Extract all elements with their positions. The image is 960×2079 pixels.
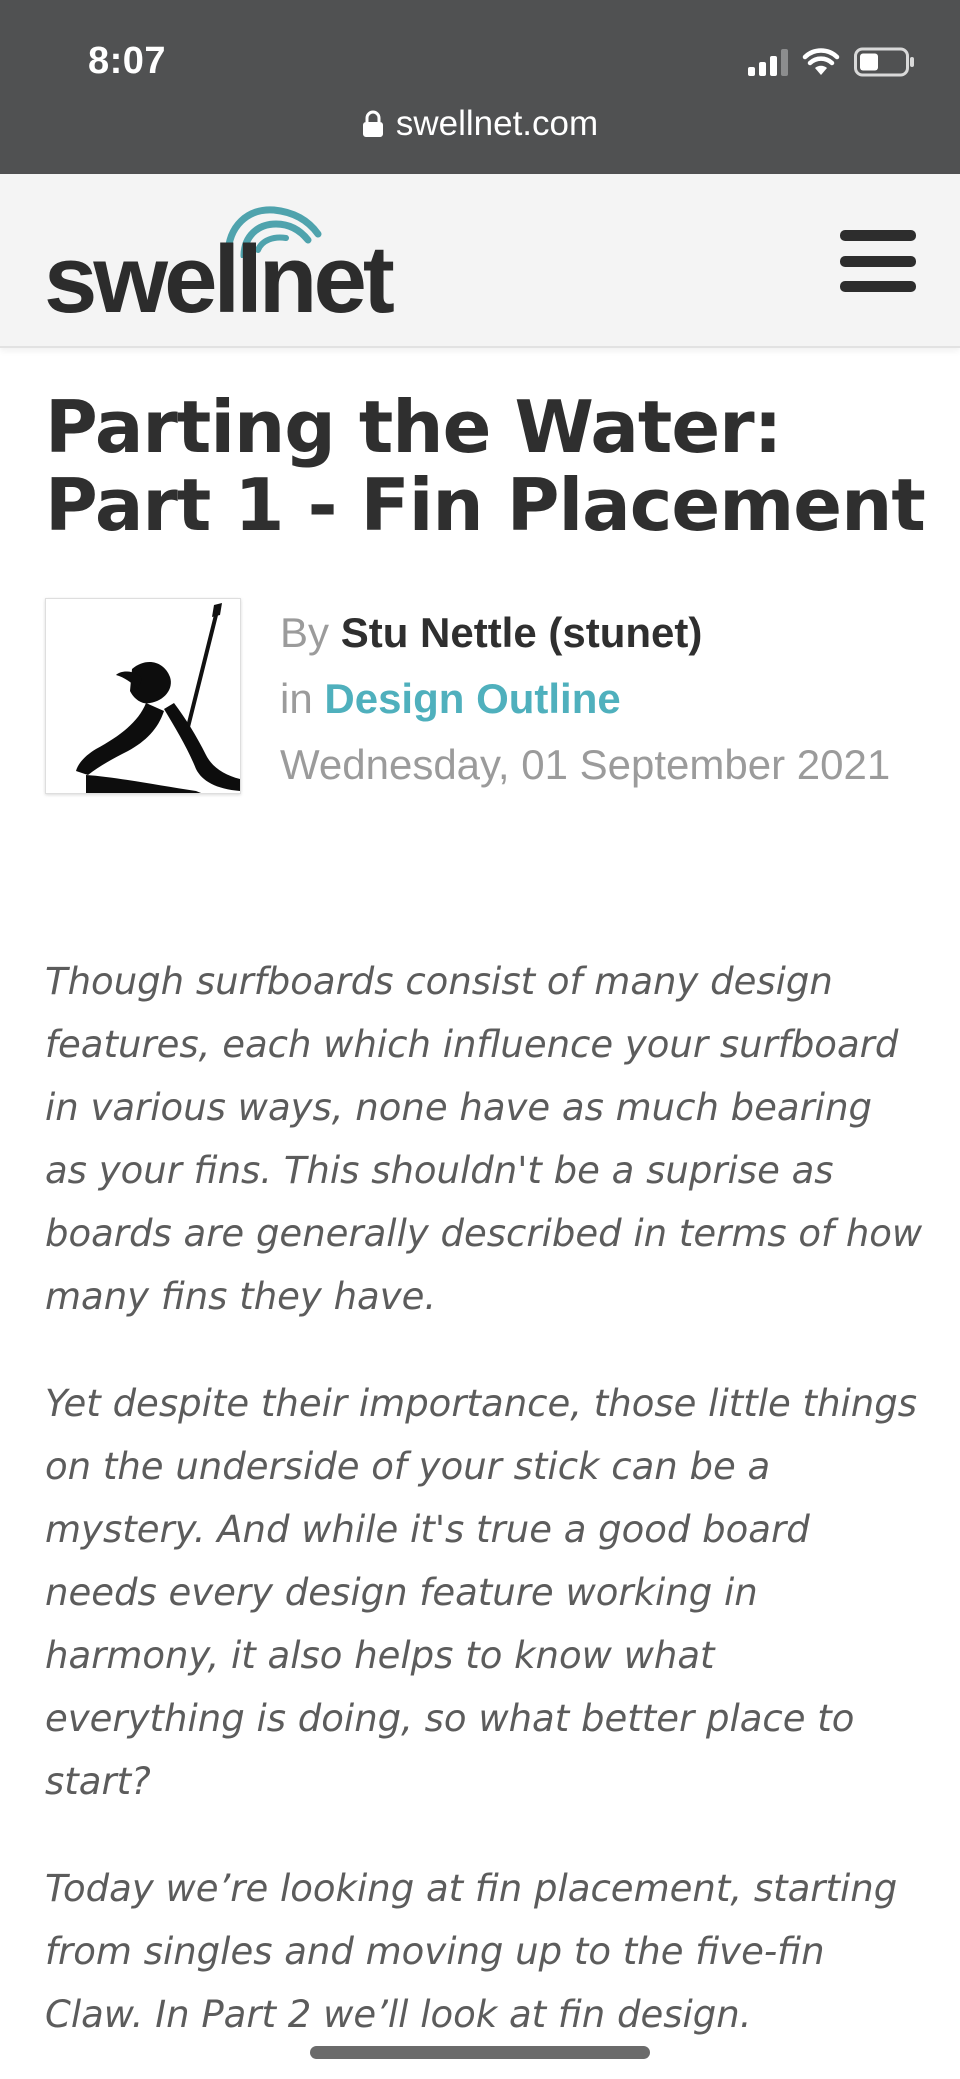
author-link[interactable]: Stu Nettle (stunet) <box>341 609 703 656</box>
byline-prefix: By <box>280 609 330 656</box>
site-header: swellnet <box>0 174 960 348</box>
swellnet-logo[interactable]: swellnet <box>44 204 395 328</box>
status-time: 8:07 <box>88 40 167 82</box>
publish-date: Wednesday, 01 September 2021 <box>280 741 891 788</box>
byline: By Stu Nettle (stunet) <box>280 600 900 666</box>
article-body: Though surfboards consist of many design… <box>45 950 925 2079</box>
category-line: in Design Outline <box>280 666 900 732</box>
article-paragraph: Today we’re looking at fin placement, st… <box>45 1867 898 2036</box>
battery-icon <box>854 47 916 77</box>
cellular-signal-icon <box>748 48 788 76</box>
category-prefix: in <box>280 675 313 722</box>
category-link[interactable]: Design Outline <box>324 675 620 722</box>
url-domain: swellnet.com <box>395 104 599 143</box>
wifi-icon <box>802 47 840 77</box>
browser-top-bar: 8:07 swellnet.com <box>0 0 960 174</box>
hamburger-menu-icon[interactable] <box>840 230 916 292</box>
address-bar[interactable]: swellnet.com <box>0 104 960 147</box>
article-paragraph: Though surfboards consist of many design… <box>45 960 923 1318</box>
logo-text: swellnet <box>44 226 395 333</box>
home-indicator[interactable] <box>310 2046 650 2059</box>
article-meta: By Stu Nettle (stunet) in Design Outline… <box>280 600 900 798</box>
article-title: Parting the Water: Part 1 - Fin Placemen… <box>45 385 926 547</box>
status-icons <box>748 44 916 80</box>
lock-icon <box>362 107 384 147</box>
author-avatar[interactable] <box>45 598 241 794</box>
article-paragraph: Yet despite their importance, those litt… <box>45 1382 918 1803</box>
